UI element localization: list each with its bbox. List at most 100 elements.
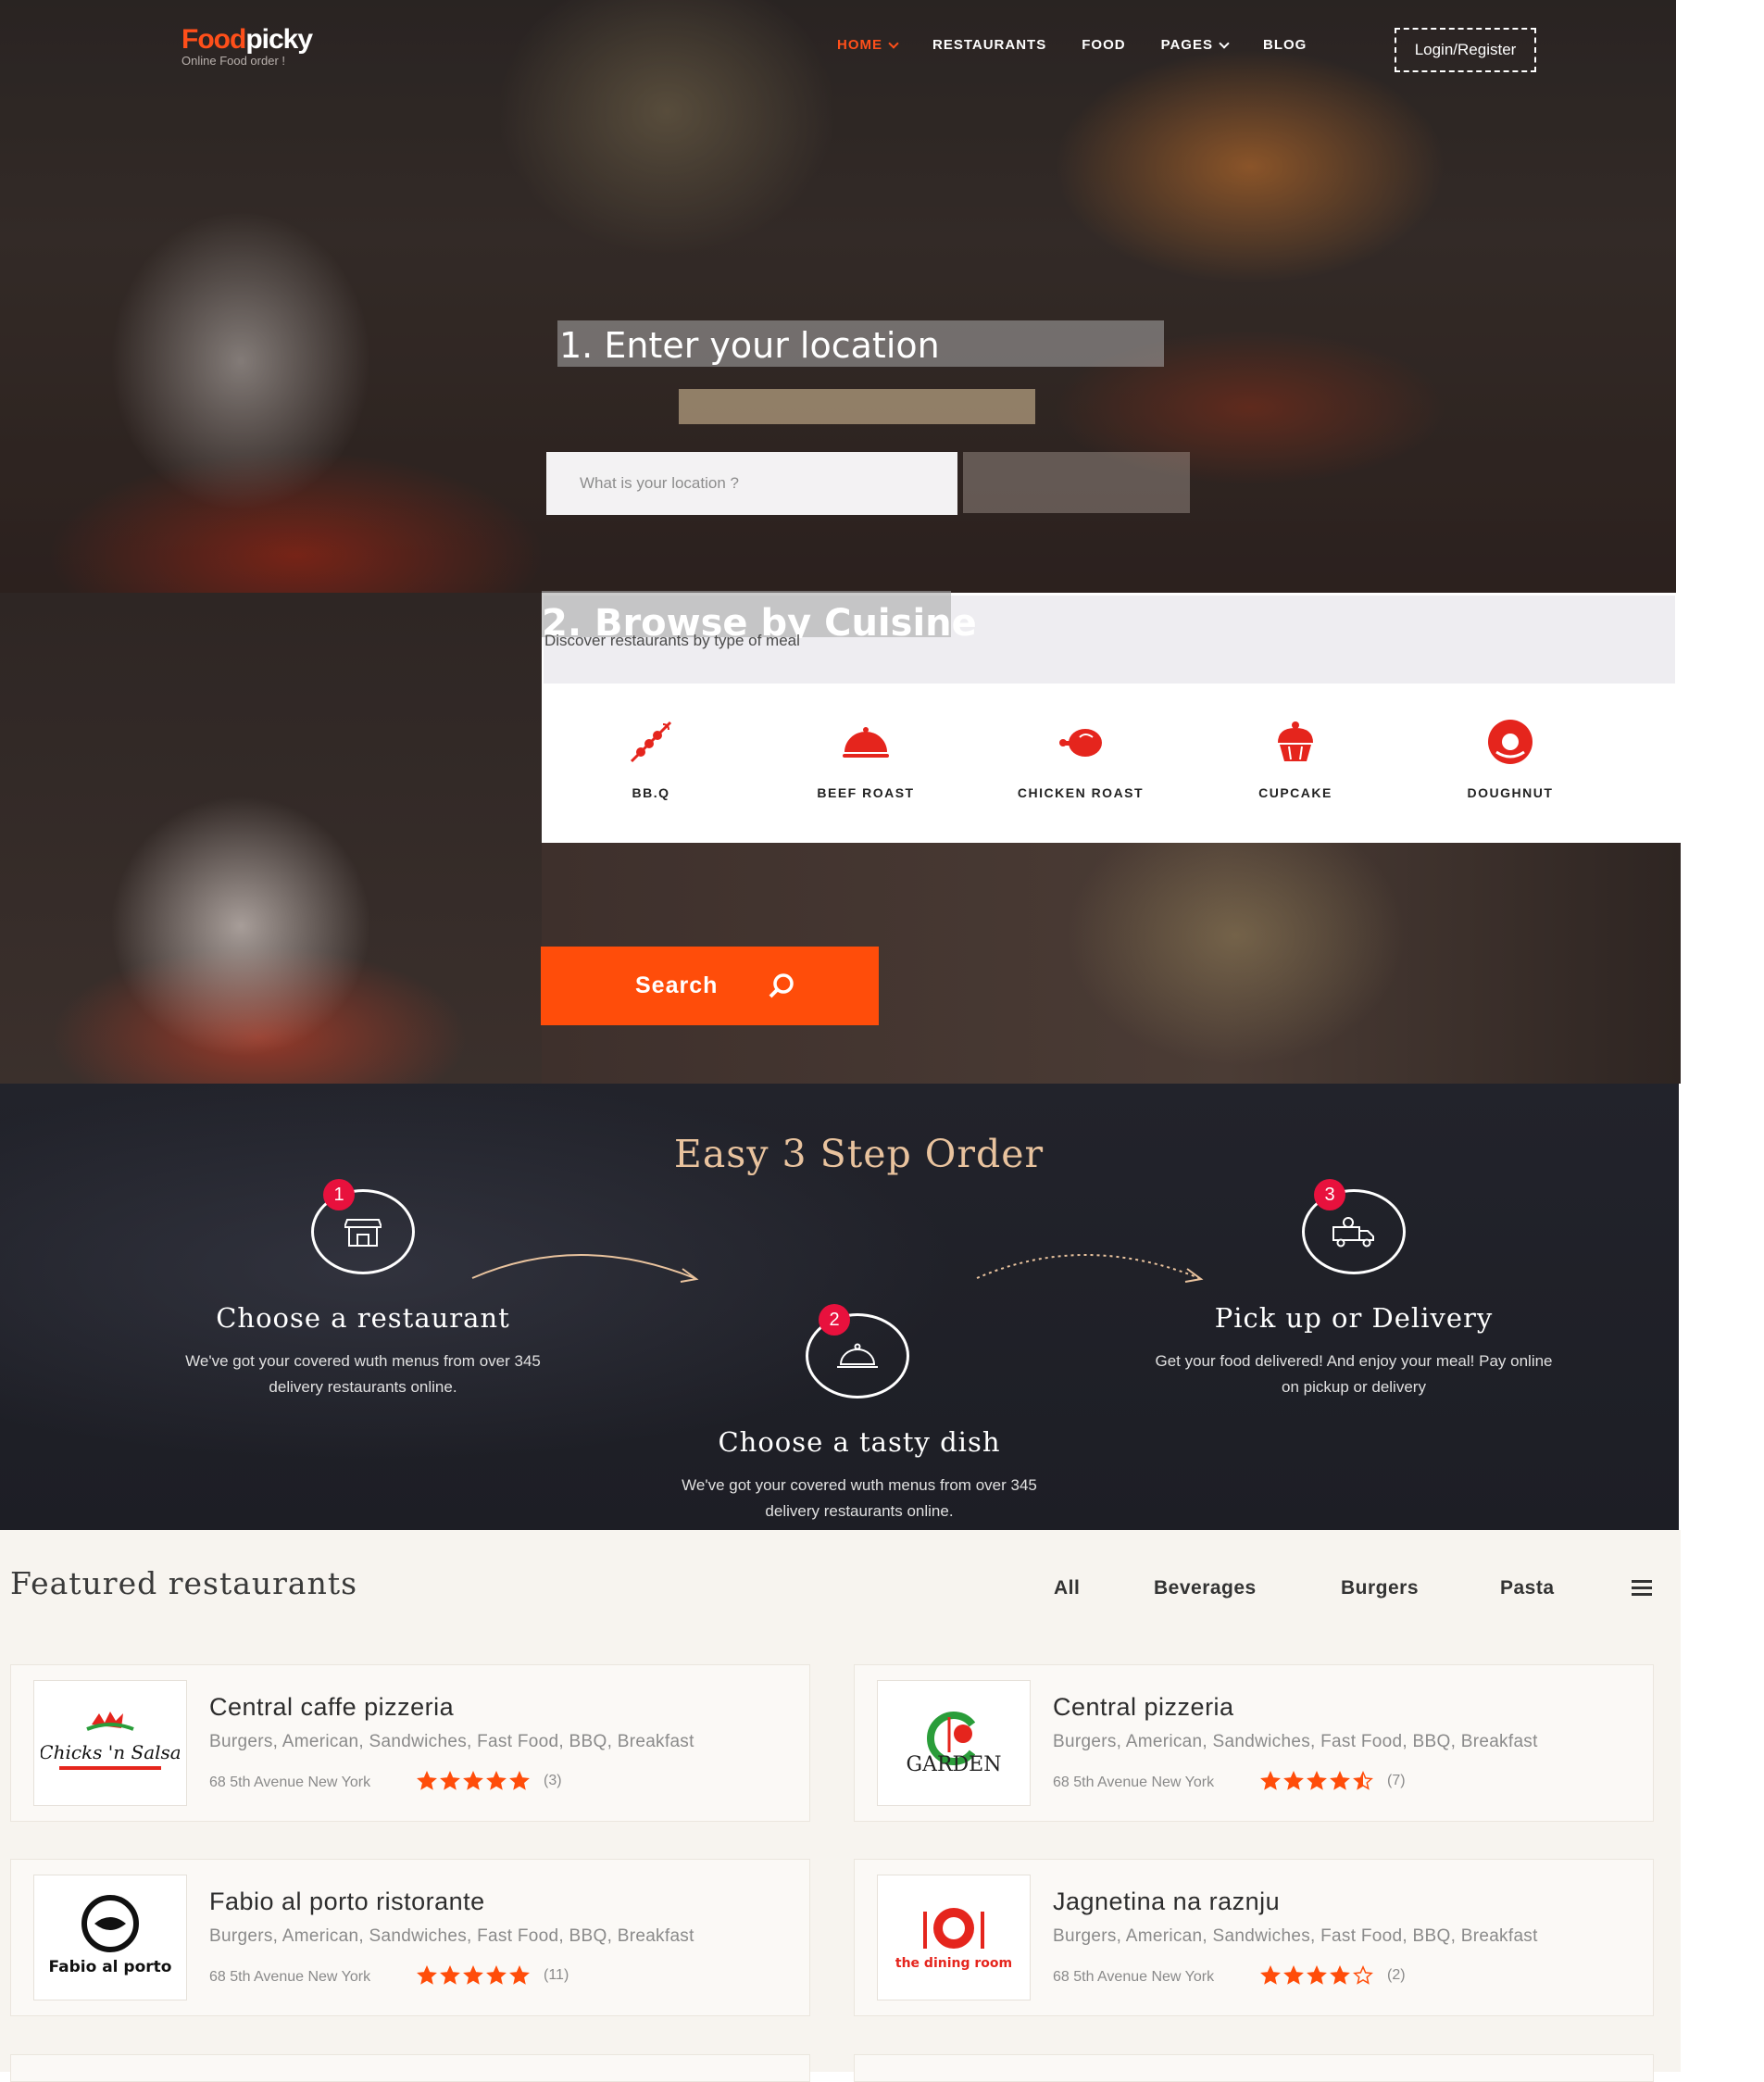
step-3-title: Pick up or Delivery — [1214, 1302, 1494, 1334]
rating-stars: (11) — [417, 1965, 569, 1986]
step-2-description: We've got your covered wuth menus from o… — [682, 1476, 1037, 1520]
restaurant-card[interactable] — [854, 2054, 1654, 2082]
star-full-icon — [1307, 1965, 1327, 1985]
restaurant-logo: the dining room — [877, 1875, 1031, 2000]
dining-room-logo: the dining room — [895, 1908, 1012, 1971]
restaurant-address: 68 5th Avenue New York — [1053, 1775, 1215, 1790]
star-full-icon — [440, 1965, 460, 1985]
star-full-icon — [1260, 1965, 1281, 1985]
restaurant-name[interactable]: Jagnetina na raznju — [1053, 1888, 1280, 1916]
cuisine-item-bbq[interactable]: BB.Q — [544, 684, 758, 843]
star-full-icon — [486, 1771, 507, 1790]
rating-stars: (7) — [1260, 1771, 1406, 1791]
cuisine-item-cupcake[interactable]: CUPCAKE — [1188, 684, 1403, 843]
star-full-icon — [486, 1965, 507, 1985]
garden-logo: GARDEN — [907, 1712, 1002, 1776]
location-input[interactable] — [546, 452, 957, 515]
restaurant-logo: GARDEN — [877, 1680, 1031, 1806]
restaurant-card[interactable]: Chicks 'n Salsa Central caffe pizzeria B… — [10, 1664, 810, 1822]
step-number-badge: 3 — [1314, 1179, 1345, 1210]
cuisine-label: DOUGHNUT — [1467, 785, 1554, 800]
cuisine-item-beef-roast[interactable]: BEEF ROAST — [758, 684, 973, 843]
rating-stars: (3) — [417, 1771, 562, 1791]
nav-restaurants[interactable]: RESTAURANTS — [932, 37, 1046, 53]
decorative-strip — [679, 389, 1035, 424]
restaurant-card[interactable]: the dining room Jagnetina na raznju Burg… — [854, 1859, 1654, 2016]
restaurant-name[interactable]: Central pizzeria — [1053, 1693, 1234, 1722]
star-full-icon — [417, 1771, 437, 1790]
step1-title: 1. Enter your location — [557, 320, 1164, 367]
filter-burgers[interactable]: Burgers — [1341, 1577, 1419, 1599]
restaurant-card[interactable]: GARDEN Central pizzeria Burgers, America… — [854, 1664, 1654, 1822]
star-full-icon — [417, 1965, 437, 1985]
cuisine-item-chicken-roast[interactable]: CHICKEN ROAST — [973, 684, 1188, 843]
rating-count: (3) — [544, 1773, 562, 1788]
svg-text:Fabio al porto: Fabio al porto — [49, 1958, 172, 1976]
restaurant-name[interactable]: Central caffe pizzeria — [209, 1693, 454, 1722]
featured-title: Featured restaurants — [10, 1565, 358, 1601]
step-2-title: Choose a tasty dish — [718, 1426, 1001, 1458]
cuisine-label: BB.Q — [632, 785, 670, 800]
cloche-icon — [837, 1343, 878, 1368]
chicks-n-salsa-logo: Chicks 'n Salsa — [41, 1712, 180, 1770]
svg-text:the dining room: the dining room — [895, 1956, 1012, 1971]
star-full-icon — [1283, 1965, 1304, 1985]
cupcake-icon — [1278, 721, 1313, 761]
nav-blog[interactable]: BLOG — [1263, 37, 1307, 53]
restaurant-logo: Chicks 'n Salsa — [33, 1680, 187, 1806]
cuisine-list: BB.Q BEEF ROAST CHICKEN ROAST CUPCAKE DO… — [544, 684, 1679, 843]
step-number-badge: 2 — [819, 1304, 850, 1336]
curved-arrow-icon — [471, 1254, 699, 1283]
restaurant-name[interactable]: Fabio al porto ristorante — [209, 1888, 485, 1916]
filter-pasta[interactable]: Pasta — [1500, 1577, 1555, 1599]
restaurant-tags: Burgers, American, Sandwiches, Fast Food… — [209, 1926, 694, 1946]
roast-chicken-icon — [1059, 729, 1102, 757]
food-cloche-icon — [843, 727, 889, 758]
star-full-icon — [509, 1771, 530, 1790]
search-button-label: Search — [635, 972, 719, 998]
star-full-icon — [1307, 1771, 1327, 1790]
hero-banner-repeat — [0, 593, 542, 1084]
search-icon — [769, 972, 794, 997]
star-empty-icon — [1353, 1965, 1373, 1985]
star-full-icon — [1260, 1771, 1281, 1790]
filter-all[interactable]: All — [1054, 1577, 1080, 1599]
nav-home[interactable]: HOME — [837, 37, 899, 53]
hamburger-menu-icon[interactable] — [1632, 1580, 1652, 1597]
step-number-badge: 1 — [323, 1179, 355, 1210]
restaurant-tags: Burgers, American, Sandwiches, Fast Food… — [1053, 1732, 1538, 1751]
svg-text:GARDEN: GARDEN — [907, 1753, 1002, 1776]
site-logo[interactable]: Foodpicky Online Food order ! — [181, 24, 313, 68]
star-full-icon — [509, 1965, 530, 1985]
chevron-down-icon — [1219, 37, 1230, 49]
restaurant-card[interactable] — [10, 2054, 810, 2082]
cuisine-item-doughnut[interactable]: DOUGHNUT — [1403, 684, 1618, 843]
restaurant-address: 68 5th Avenue New York — [209, 1969, 371, 1985]
steps-title: Easy 3 Step Order — [673, 1132, 1045, 1176]
cuisine-label: CUPCAKE — [1258, 785, 1332, 800]
star-full-icon — [1330, 1771, 1350, 1790]
restaurant-tags: Burgers, American, Sandwiches, Fast Food… — [1053, 1926, 1538, 1946]
decorative-strip — [963, 452, 1190, 513]
main-nav: HOME RESTAURANTS FOOD PAGES BLOG — [837, 37, 1342, 53]
doughnut-icon — [1488, 720, 1533, 764]
logo-wordmark: Foodpicky — [181, 24, 313, 55]
nav-food[interactable]: FOOD — [1082, 37, 1125, 53]
filter-beverages[interactable]: Beverages — [1154, 1577, 1257, 1599]
star-full-icon — [440, 1771, 460, 1790]
search-button[interactable]: Search — [541, 947, 879, 1025]
restaurant-logo: Fabio al porto — [33, 1875, 187, 2000]
step-1-description: We've got your covered wuth menus from o… — [185, 1352, 541, 1396]
cuisine-label: CHICKEN ROAST — [1017, 785, 1145, 800]
svg-text:Chicks 'n Salsa: Chicks 'n Salsa — [41, 1741, 180, 1763]
cuisine-label: BEEF ROAST — [817, 785, 915, 800]
cuisine-subtitle: Discover restaurants by type of meal — [544, 632, 800, 649]
login-register-button[interactable]: Login/Register — [1395, 28, 1536, 72]
rating-stars: (2) — [1260, 1965, 1406, 1986]
nav-pages[interactable]: PAGES — [1161, 37, 1230, 53]
restaurant-card[interactable]: Fabio al porto Fabio al porto ristorante… — [10, 1859, 810, 2016]
restaurant-address: 68 5th Avenue New York — [1053, 1969, 1215, 1985]
star-full-icon — [463, 1771, 483, 1790]
rating-count: (2) — [1387, 1967, 1406, 1983]
delivery-truck-icon — [1332, 1217, 1374, 1248]
